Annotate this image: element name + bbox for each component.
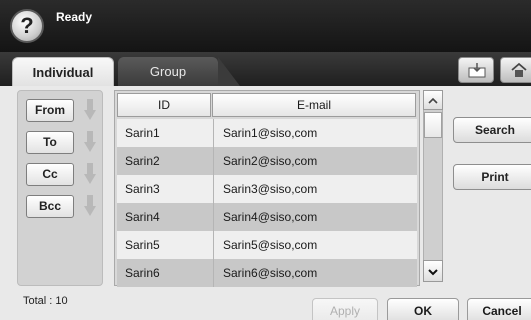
cc-arrow-icon (84, 163, 96, 184)
table-row[interactable]: Sarin3 Sarin3@siso,com (117, 175, 417, 203)
column-divider (213, 147, 214, 175)
search-button[interactable]: Search (453, 117, 531, 143)
apply-button[interactable]: Apply (312, 298, 378, 320)
import-icon[interactable] (458, 57, 494, 83)
table-row[interactable]: Sarin6 Sarin6@siso,com (117, 259, 417, 287)
home-icon[interactable] (500, 57, 531, 83)
column-header-email[interactable]: E-mail (212, 93, 416, 117)
scroll-thumb[interactable] (424, 112, 442, 138)
cell-id: Sarin5 (125, 238, 160, 252)
to-button[interactable]: To (26, 131, 74, 154)
ok-button[interactable]: OK (387, 298, 459, 320)
help-icon[interactable]: ? (10, 9, 44, 43)
chevron-up-icon (428, 97, 438, 104)
cancel-button[interactable]: Cancel (467, 298, 531, 320)
table-row[interactable]: Sarin4 Sarin4@siso,com (117, 203, 417, 231)
table-row[interactable]: Sarin2 Sarin2@siso,com (117, 147, 417, 175)
title-bar (0, 0, 531, 52)
cc-button[interactable]: Cc (26, 163, 74, 186)
cell-id: Sarin6 (125, 266, 160, 280)
scroll-up-button[interactable] (423, 90, 443, 110)
cell-id: Sarin3 (125, 182, 160, 196)
print-button[interactable]: Print (453, 164, 531, 190)
cell-email: Sarin6@siso,com (223, 266, 318, 280)
status-text: Ready (56, 10, 93, 24)
column-header-id[interactable]: ID (117, 93, 211, 117)
cell-email: Sarin5@siso,com (223, 238, 318, 252)
table-row[interactable]: Sarin1 Sarin1@siso,com (117, 119, 417, 147)
column-divider (213, 231, 214, 259)
scroll-down-button[interactable] (423, 260, 443, 282)
column-divider (213, 175, 214, 203)
column-divider (213, 259, 214, 287)
column-divider (213, 119, 214, 147)
address-table: ID E-mail Sarin1 Sarin1@siso,com Sarin2 … (114, 90, 420, 287)
recipient-field-panel: From To Cc Bcc (17, 90, 103, 286)
from-button[interactable]: From (26, 99, 74, 122)
column-divider (213, 203, 214, 231)
tab-group[interactable]: Group (118, 57, 240, 86)
address-book-screen: ? Ready Individual Group From To Cc Bcc … (0, 0, 531, 320)
to-arrow-icon (84, 131, 96, 152)
from-arrow-icon (84, 99, 96, 120)
chevron-down-icon (428, 269, 438, 276)
tab-individual[interactable]: Individual (12, 57, 114, 86)
cell-email: Sarin2@siso,com (223, 154, 318, 168)
cell-id: Sarin4 (125, 210, 160, 224)
cell-email: Sarin3@siso,com (223, 182, 318, 196)
bcc-arrow-icon (84, 195, 96, 216)
table-row[interactable]: Sarin5 Sarin5@siso,com (117, 231, 417, 259)
cell-id: Sarin1 (125, 126, 160, 140)
cell-id: Sarin2 (125, 154, 160, 168)
cell-email: Sarin1@siso,com (223, 126, 318, 140)
total-count: Total : 10 (23, 295, 68, 307)
cell-email: Sarin4@siso,com (223, 210, 318, 224)
bcc-button[interactable]: Bcc (26, 195, 74, 218)
